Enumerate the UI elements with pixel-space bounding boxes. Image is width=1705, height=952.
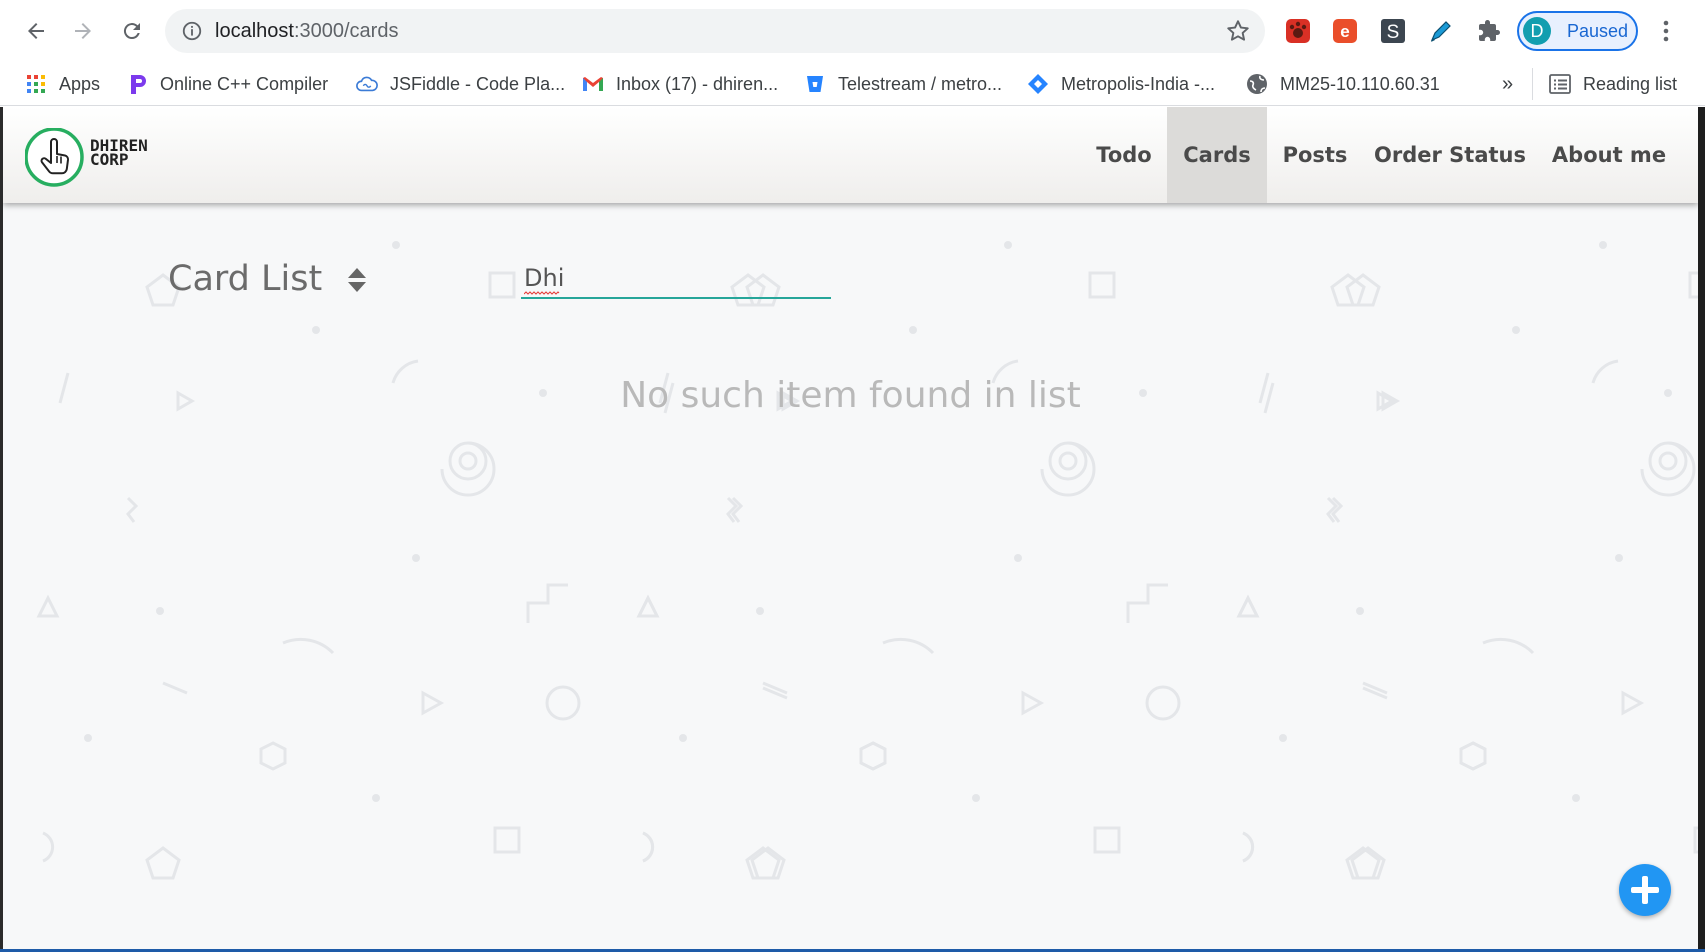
page-title: Card List [168, 259, 323, 299]
reload-icon [123, 23, 140, 40]
overflow-chevron-icon: » [1502, 72, 1514, 95]
search-input[interactable] [521, 259, 831, 299]
brand-logo[interactable]: DHIREN CORP [24, 127, 185, 188]
url-text[interactable]: localhost:3000/cards [215, 20, 398, 43]
reload-button[interactable] [115, 14, 149, 48]
bookmark-label: Inbox (17) - dhiren... [616, 73, 779, 94]
address-bar[interactable]: localhost:3000/cards [165, 9, 1265, 53]
extensions-puzzle-icon[interactable] [1472, 14, 1506, 48]
forward-button[interactable] [66, 14, 100, 48]
browser-menu-icon[interactable] [1652, 16, 1680, 46]
reading-list-label: Reading list [1583, 73, 1678, 94]
browser-toolbar: localhost:3000/cards e S D Paused [0, 0, 1705, 62]
bookmark-telestream[interactable]: Telestream / metro... [804, 71, 1002, 97]
hand-pointer-logo-icon: DHIREN CORP [24, 127, 148, 187]
gmail-icon [582, 73, 604, 95]
svg-text:e: e [1340, 22, 1349, 41]
bookmark-star-icon[interactable] [1225, 18, 1251, 49]
bookmark-label: Metropolis-India -... [1061, 73, 1216, 94]
bookmark-label: JSFiddle - Code Pla... [390, 73, 566, 94]
extension-s-icon[interactable]: S [1376, 14, 1410, 48]
bitbucket-icon [804, 73, 826, 95]
jsfiddle-cloud-icon [356, 73, 378, 95]
apps-grid-icon [25, 73, 47, 95]
bookmark-label: MM25-10.110.60.31 [1280, 73, 1440, 94]
compiler-icon [126, 73, 148, 95]
bookmark-jsfiddle[interactable]: JSFiddle - Code Pla... [356, 71, 565, 97]
site-info-icon[interactable] [181, 20, 203, 47]
bookmarks-overflow-button[interactable]: » [1502, 71, 1513, 97]
forward-arrow-icon [75, 23, 91, 39]
profile-button[interactable]: D Paused [1517, 11, 1638, 51]
plus-icon [1631, 876, 1659, 904]
logo-text: CORP [90, 150, 129, 169]
bookmark-apps[interactable]: Apps [25, 71, 100, 97]
nav-cards[interactable]: Cards [1167, 107, 1267, 203]
bookmark-online-cpp-compiler[interactable]: Online C++ Compiler [126, 71, 328, 97]
empty-state-message: No such item found in list [620, 375, 1081, 416]
jira-diamond-icon [1027, 73, 1049, 95]
bookmark-gmail-inbox[interactable]: Inbox (17) - dhiren... [582, 71, 778, 97]
window-edge [0, 107, 3, 952]
extension-e-icon[interactable]: e [1328, 14, 1362, 48]
back-button[interactable] [19, 14, 53, 48]
bookmark-mm25[interactable]: MM25-10.110.60.31 [1246, 71, 1440, 97]
nav-posts[interactable]: Posts [1267, 107, 1363, 203]
svg-text:S: S [1387, 22, 1400, 43]
globe-icon [1246, 73, 1268, 95]
nav-todo[interactable]: Todo [1077, 107, 1171, 203]
background-pattern [36, 241, 1698, 880]
avatar: D [1523, 17, 1551, 45]
reading-list-button[interactable]: Reading list [1549, 71, 1677, 97]
bookmarks-bar: Apps Online C++ Compiler JSFiddle - Code… [0, 62, 1705, 106]
bookmark-label: Apps [59, 73, 101, 94]
sort-icon[interactable] [343, 265, 371, 295]
reading-list-icon [1549, 73, 1571, 95]
bookmark-metropolis-india[interactable]: Metropolis-India -... [1027, 71, 1215, 97]
bookmark-label: Telestream / metro... [838, 73, 1003, 94]
bookmark-label: Online C++ Compiler [160, 73, 329, 94]
page-viewport: DHIREN CORP Todo Cards Posts Order Statu… [3, 107, 1698, 949]
nav-about-me[interactable]: About me [1543, 107, 1675, 203]
app-navbar: DHIREN CORP Todo Cards Posts Order Statu… [3, 107, 1698, 203]
add-card-button[interactable] [1619, 864, 1671, 916]
extension-paw-icon[interactable] [1281, 14, 1315, 48]
spellcheck-underline [524, 291, 560, 295]
profile-status: Paused [1567, 21, 1629, 41]
extension-highlighter-icon[interactable] [1424, 14, 1458, 48]
nav-order-status[interactable]: Order Status [1365, 107, 1535, 203]
window-edge [1698, 107, 1705, 952]
back-arrow-icon [28, 23, 44, 39]
